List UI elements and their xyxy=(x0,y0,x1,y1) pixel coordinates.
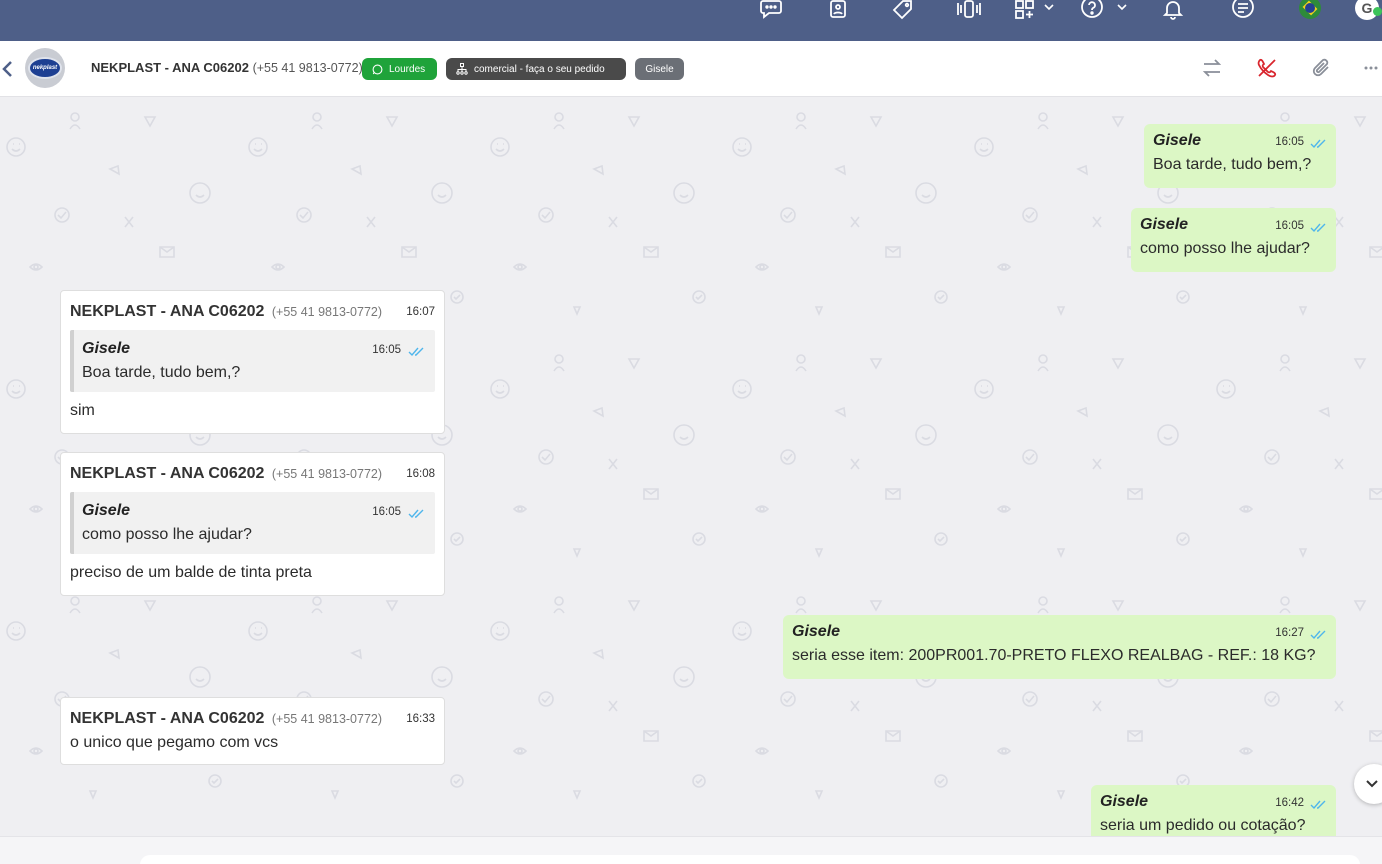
chevron-down-icon[interactable] xyxy=(1116,0,1128,20)
read-check-icon xyxy=(1310,627,1328,645)
back-icon[interactable] xyxy=(1,59,13,79)
message-author: Gisele xyxy=(792,623,841,640)
incoming-message[interactable]: NEKPLAST - ANA C06202 (+55 41 9813-0772)… xyxy=(60,452,445,596)
message-time: 16:33 xyxy=(406,713,435,725)
quoted-message[interactable]: Gisele 16:05 Boa tarde, tudo bem,? xyxy=(70,330,435,392)
quoted-time: 16:05 xyxy=(372,506,401,518)
outgoing-message[interactable]: Gisele 16:05 Boa tarde, tudo bem,? xyxy=(1144,124,1336,188)
message-phone: (+55 41 9813-0772) xyxy=(271,712,383,726)
message-time: 16:27 xyxy=(1275,627,1304,639)
apps-icon[interactable] xyxy=(1014,0,1036,20)
chat-messages-area[interactable]: Gisele 16:05 Boa tarde, tudo bem,? Gisel… xyxy=(0,97,1382,836)
chevron-down-icon[interactable] xyxy=(1043,0,1055,20)
more-options-icon[interactable] xyxy=(1364,57,1378,79)
message-phone: (+55 41 9813-0772) xyxy=(271,467,383,481)
message-text: sim xyxy=(70,402,95,419)
message-header: NEKPLAST - ANA C06202 (+55 41 9813-0772)… xyxy=(70,710,435,728)
message-author: NEKPLAST - ANA C06202 xyxy=(70,710,265,727)
message-text: como posso lhe ajudar? xyxy=(1140,240,1310,257)
message-header: NEKPLAST - ANA C06202 (+55 41 9813-0772)… xyxy=(70,465,435,483)
help-icon[interactable] xyxy=(1080,0,1104,20)
tag-icon[interactable] xyxy=(892,0,914,20)
attachment-icon[interactable] xyxy=(1311,57,1333,79)
brazil-flag-icon[interactable] xyxy=(1299,0,1321,19)
outgoing-message[interactable]: Gisele 16:42 seria um pedido ou cotação? xyxy=(1091,785,1336,836)
quoted-text: como posso lhe ajudar? xyxy=(82,526,252,543)
bell-icon[interactable] xyxy=(1162,0,1184,20)
tag-lourdes[interactable]: Lourdes xyxy=(362,58,437,80)
chevron-down-icon xyxy=(1366,780,1378,788)
message-time: 16:08 xyxy=(406,468,435,480)
message-input[interactable] xyxy=(140,855,1360,864)
read-check-icon xyxy=(1310,797,1328,815)
tag-label: Gisele xyxy=(645,63,674,75)
incoming-message[interactable]: NEKPLAST - ANA C06202 (+55 41 9813-0772)… xyxy=(60,697,445,765)
read-check-icon xyxy=(408,506,426,524)
message-text: preciso de um balde de tinta preta xyxy=(70,564,312,581)
outgoing-message[interactable]: Gisele 16:05 como posso lhe ajudar? xyxy=(1131,208,1336,272)
outgoing-message[interactable]: Gisele 16:27 seria esse item: 200PR001.7… xyxy=(783,615,1336,679)
message-time: 16:05 xyxy=(1275,220,1304,232)
phone-icon[interactable] xyxy=(956,0,982,20)
quoted-message[interactable]: Gisele 16:05 como posso lhe ajudar? xyxy=(70,492,435,554)
message-author: NEKPLAST - ANA C06202 xyxy=(70,465,265,482)
read-check-icon xyxy=(1310,136,1328,154)
chat-header: nekplast NEKPLAST - ANA C06202 (+55 41 9… xyxy=(0,41,1382,97)
composer-area xyxy=(0,836,1382,864)
online-status-dot xyxy=(1373,7,1382,16)
end-call-icon[interactable] xyxy=(1256,57,1278,79)
top-navigation-bar: G xyxy=(0,0,1382,41)
tag-label: comercial - faça o seu pedido xyxy=(474,63,605,75)
message-text: seria esse item: 200PR001.70-PRETO FLEXO… xyxy=(792,647,1316,664)
message-header: NEKPLAST - ANA C06202 (+55 41 9813-0772)… xyxy=(70,303,435,321)
contact-phone: (+55 41 9813-0772) xyxy=(252,61,363,75)
tag-queue[interactable]: comercial - faça o seu pedido xyxy=(446,58,626,80)
read-check-icon xyxy=(408,344,426,362)
contact-title: NEKPLAST - ANA C06202 (+55 41 9813-0772) xyxy=(91,60,363,75)
chat-icon[interactable] xyxy=(760,0,782,20)
message-time: 16:42 xyxy=(1275,797,1304,809)
message-time: 16:07 xyxy=(406,306,435,318)
message-text: o unico que pegamo com vcs xyxy=(70,734,279,751)
sitemap-icon xyxy=(456,63,468,75)
incoming-message[interactable]: NEKPLAST - ANA C06202 (+55 41 9813-0772)… xyxy=(60,290,445,434)
contact-name: NEKPLAST - ANA C06202 xyxy=(91,60,249,75)
contacts-icon[interactable] xyxy=(829,0,847,20)
transfer-icon[interactable] xyxy=(1201,57,1223,79)
quoted-time: 16:05 xyxy=(372,344,401,356)
nekplast-logo: nekplast xyxy=(28,57,62,79)
message-text: Boa tarde, tudo bem,? xyxy=(1153,156,1312,173)
read-check-icon xyxy=(1310,220,1328,238)
list-icon[interactable] xyxy=(1232,0,1254,20)
message-author: NEKPLAST - ANA C06202 xyxy=(70,303,265,320)
quoted-text: Boa tarde, tudo bem,? xyxy=(82,364,241,381)
whatsapp-icon xyxy=(372,64,383,74)
tag-gisele[interactable]: Gisele xyxy=(635,58,684,80)
message-text: seria um pedido ou cotação? xyxy=(1100,817,1306,834)
contact-avatar[interactable]: nekplast xyxy=(25,48,65,88)
tag-label: Lourdes xyxy=(389,63,426,75)
message-phone: (+55 41 9813-0772) xyxy=(271,305,383,319)
message-time: 16:05 xyxy=(1275,136,1304,148)
